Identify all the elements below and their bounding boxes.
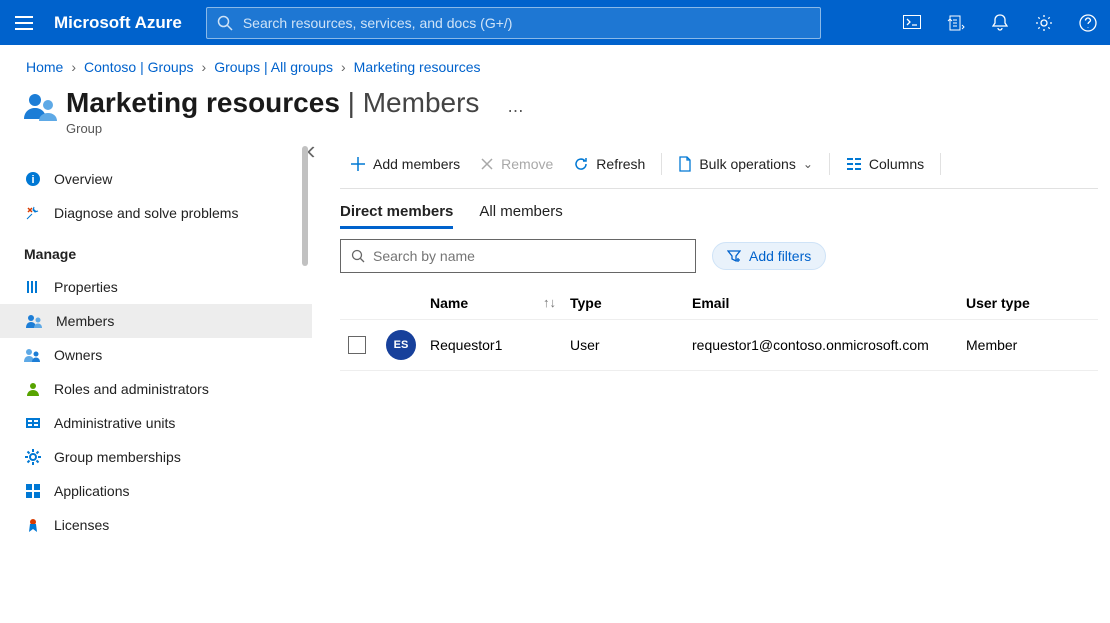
breadcrumb-current[interactable]: Marketing resources: [354, 59, 481, 75]
settings-icon[interactable]: [1022, 0, 1066, 45]
sidebar-item-label: Administrative units: [54, 415, 175, 431]
col-user-type[interactable]: User type: [966, 295, 1076, 311]
sidebar-item-members[interactable]: Members: [0, 304, 312, 338]
breadcrumb-sep: ›: [341, 59, 346, 75]
gear-icon: [24, 448, 42, 466]
svg-text:i: i: [31, 174, 34, 186]
breadcrumb-sep: ›: [71, 59, 76, 75]
breadcrumb: Home › Contoso | Groups › Groups | All g…: [0, 45, 1110, 81]
page-title-main: Marketing resources: [66, 87, 340, 118]
chevron-down-icon: ⌄: [803, 157, 813, 171]
file-icon: [678, 156, 692, 172]
remove-button[interactable]: Remove: [470, 150, 563, 178]
toolbar-label: Bulk operations: [699, 156, 796, 172]
apps-icon: [24, 482, 42, 500]
breadcrumb-home[interactable]: Home: [26, 59, 63, 75]
bulk-operations-button[interactable]: Bulk operations ⌄: [668, 150, 823, 178]
name-search[interactable]: [340, 239, 696, 273]
toolbar-label: Remove: [501, 156, 553, 172]
help-icon[interactable]: [1066, 0, 1110, 45]
breadcrumb-groups[interactable]: Groups | All groups: [214, 59, 333, 75]
page-title: Marketing resources | Members: [66, 87, 479, 119]
sidebar-item-label: Owners: [54, 347, 102, 363]
col-name[interactable]: Name ↑↓: [430, 295, 570, 311]
search-icon: [217, 15, 233, 31]
tab-all-members[interactable]: All members: [479, 203, 562, 229]
tab-direct-members[interactable]: Direct members: [340, 203, 453, 229]
sidebar-item-label: Properties: [54, 279, 118, 295]
cell-user-type: Member: [966, 337, 1076, 353]
toolbar-label: Columns: [869, 156, 924, 172]
sidebar-item-label: Members: [56, 313, 114, 329]
admin-units-icon: [24, 414, 42, 432]
toolbar-label: Add members: [373, 156, 460, 172]
page-type-label: Group: [66, 121, 479, 136]
info-icon: i: [24, 170, 42, 188]
wrench-icon: [24, 204, 42, 222]
toolbar-separator: [661, 153, 662, 175]
add-filters-label: Add filters: [749, 248, 811, 264]
sidebar-item-licenses[interactable]: Licenses: [0, 508, 312, 542]
columns-button[interactable]: Columns: [836, 150, 934, 178]
members-icon: [26, 312, 44, 330]
sidebar-item-label: Applications: [54, 483, 130, 499]
columns-icon: [846, 157, 862, 171]
sidebar-item-owners[interactable]: Owners: [0, 338, 312, 372]
add-filters-button[interactable]: Add filters: [712, 242, 826, 270]
sidebar-item-admin-units[interactable]: Administrative units: [0, 406, 312, 440]
sidebar-item-properties[interactable]: Properties: [0, 270, 312, 304]
refresh-button[interactable]: Refresh: [563, 150, 655, 178]
refresh-icon: [573, 156, 589, 172]
search-icon: [351, 249, 365, 263]
cell-email: requestor1@contoso.onmicrosoft.com: [692, 337, 966, 353]
x-icon: [480, 157, 494, 171]
sidebar-heading-manage: Manage: [0, 230, 312, 270]
global-search[interactable]: [206, 7, 821, 39]
col-email[interactable]: Email: [692, 295, 966, 311]
toolbar-separator: [940, 153, 941, 175]
group-icon: [20, 87, 66, 123]
toolbar-label: Refresh: [596, 156, 645, 172]
sidebar-item-roles[interactable]: Roles and administrators: [0, 372, 312, 406]
sidebar-item-label: Overview: [54, 171, 112, 187]
hamburger-menu[interactable]: [0, 0, 48, 45]
sidebar-item-diagnose[interactable]: Diagnose and solve problems: [0, 196, 312, 230]
toolbar-separator: [829, 153, 830, 175]
license-icon: [24, 516, 42, 534]
brand-label: Microsoft Azure: [48, 13, 206, 33]
cell-type: User: [570, 337, 692, 353]
global-search-input[interactable]: [243, 15, 810, 31]
sort-icon[interactable]: ↑↓: [543, 295, 556, 310]
person-icon: [24, 380, 42, 398]
sidebar-item-applications[interactable]: Applications: [0, 474, 312, 508]
sidebar-item-group-memberships[interactable]: Group memberships: [0, 440, 312, 474]
cloud-shell-icon[interactable]: [890, 0, 934, 45]
properties-icon: [24, 278, 42, 296]
sidebar-item-label: Licenses: [54, 517, 109, 533]
more-actions-icon[interactable]: ⋯: [507, 101, 523, 121]
name-search-input[interactable]: [373, 248, 685, 264]
sidebar-item-label: Diagnose and solve problems: [54, 205, 238, 221]
cell-name: Requestor1: [430, 337, 570, 353]
plus-icon: [350, 156, 366, 172]
directory-filter-icon[interactable]: [934, 0, 978, 45]
avatar: ES: [386, 330, 416, 360]
breadcrumb-contoso[interactable]: Contoso | Groups: [84, 59, 193, 75]
breadcrumb-sep: ›: [202, 59, 207, 75]
filter-icon: [727, 249, 741, 263]
scrollbar-thumb[interactable]: [302, 146, 308, 266]
row-checkbox[interactable]: [348, 336, 366, 354]
page-title-sub: Members: [363, 87, 480, 118]
table-row[interactable]: ES Requestor1 User requestor1@contoso.on…: [340, 319, 1098, 371]
notifications-icon[interactable]: [978, 0, 1022, 45]
sidebar-item-label: Roles and administrators: [54, 381, 209, 397]
owners-icon: [24, 346, 42, 364]
sidebar-item-label: Group memberships: [54, 449, 181, 465]
sidebar-item-overview[interactable]: i Overview: [0, 162, 312, 196]
col-type[interactable]: Type: [570, 295, 692, 311]
add-members-button[interactable]: Add members: [340, 150, 470, 178]
